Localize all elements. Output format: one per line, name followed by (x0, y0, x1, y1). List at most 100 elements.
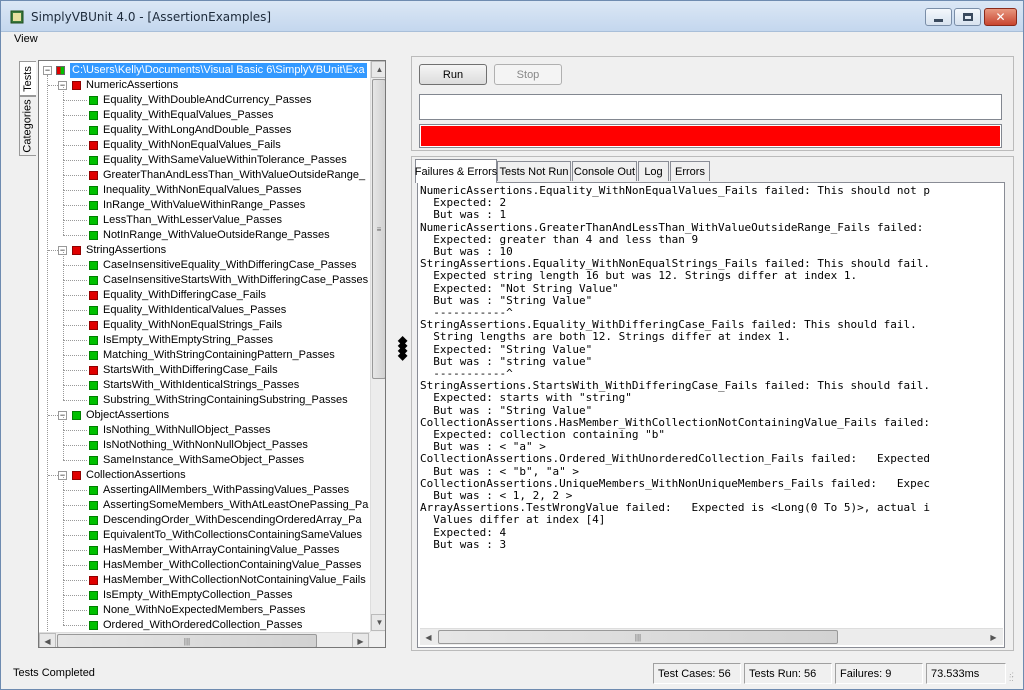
status-icon (89, 171, 98, 180)
tree-test-node[interactable]: Equality_WithDoubleAndCurrency_Passes (39, 85, 370, 108)
tree-test-node[interactable]: HasMember_WithCollectionNotContainingVal… (39, 565, 370, 588)
tree-test-node[interactable]: EquivalentTo_WithCollectionsContainingSa… (39, 520, 370, 543)
scroll-right-button[interactable]: ▶ (352, 633, 369, 647)
collapse-icon[interactable]: − (43, 66, 52, 75)
tree-vertical-scrollbar[interactable]: ▲ ≡ ▼ (370, 61, 385, 632)
tab-errors[interactable]: Errors (670, 161, 710, 181)
scroll-thumb-horizontal[interactable]: ||| (438, 630, 838, 644)
tree-test-node[interactable]: NotInRange_WithValueOutsideRange_Passes (39, 220, 370, 243)
tree-node-label: HasMember_WithCollectionNotContainingVal… (103, 574, 366, 586)
output-horizontal-scrollbar[interactable]: ◀ ||| ▶ (420, 628, 1003, 645)
failures-output[interactable]: NumericAssertions.Equality_WithNonEqualV… (420, 185, 1003, 627)
tree-node-label: DescendingOrder_WithDescendingOrderedArr… (103, 514, 362, 526)
tree-group-node[interactable]: − StringAssertions (39, 243, 370, 258)
tree-test-node[interactable]: CaseInsensitiveEquality_WithDifferingCas… (39, 250, 370, 273)
close-button[interactable]: ✕ (984, 8, 1017, 26)
status-icon (89, 591, 98, 600)
tab-console-out[interactable]: Console Out (572, 161, 637, 181)
tree-group-node[interactable]: − ObjectAssertions (39, 408, 370, 423)
tree-test-node[interactable]: Equality_WithDifferingCase_Fails (39, 280, 370, 303)
scroll-right-button[interactable]: ▶ (985, 629, 1002, 646)
tree-test-node[interactable]: Equality_WithNonEqualStrings_Fails (39, 310, 370, 333)
tree-connector (63, 370, 87, 371)
tab-failures-errors[interactable]: Failures & Errors (415, 159, 497, 183)
tree-horizontal-scrollbar[interactable]: ◀ ||| ▶ (39, 632, 370, 647)
scroll-up-button[interactable]: ▲ (371, 61, 385, 78)
tab-tests-not-run[interactable]: Tests Not Run (497, 161, 571, 181)
tree-test-node[interactable]: IsEmpty_WithEmptyString_Passes (39, 325, 370, 348)
scroll-thumb[interactable]: ≡ (372, 79, 385, 379)
tree-test-node[interactable]: Matching_WithStringContainingPattern_Pas… (39, 340, 370, 363)
stop-button[interactable]: Stop (494, 64, 562, 85)
minimize-button[interactable] (925, 8, 952, 26)
status-icon (89, 546, 98, 555)
tree-test-node[interactable]: IsEmpty_WithEmptyCollection_Passes (39, 580, 370, 603)
tree-test-node[interactable]: DescendingOrder_WithDescendingOrderedArr… (39, 505, 370, 528)
tree-node-label: None_WithNoExpectedMembers_Passes (103, 604, 306, 616)
test-tree[interactable]: − C:\Users\Kelly\Documents\Visual Basic 6… (38, 60, 386, 648)
scroll-left-button[interactable]: ◀ (420, 629, 437, 646)
side-tab-categories[interactable]: Categories (19, 96, 36, 156)
tab-log[interactable]: Log (638, 161, 669, 181)
tree-test-node[interactable]: CaseInsensitiveStartsWith_WithDifferingC… (39, 265, 370, 288)
tree-test-node[interactable]: Equality_WithNonEqualValues_Fails (39, 130, 370, 153)
resize-grip[interactable]: ·::: (1009, 671, 1021, 685)
main-window: SimplyVBUnit 4.0 - [AssertionExamples] ✕… (0, 0, 1024, 690)
tree-test-node[interactable]: Equality_WithSameValueWithinTolerance_Pa… (39, 145, 370, 168)
tree-test-node[interactable]: LessThan_WithLesserValue_Passes (39, 205, 370, 228)
tree-test-node[interactable]: StartsWith_WithIdenticalStrings_Passes (39, 370, 370, 393)
side-tab-tests[interactable]: Tests (19, 61, 36, 96)
tree-group-node[interactable]: − NumericAssertions (39, 78, 370, 93)
tree-connector (63, 415, 64, 430)
tree-test-node[interactable]: Ordered_WithOrderedCollection_Passes (39, 610, 370, 632)
scroll-thumb-horizontal[interactable]: ||| (57, 634, 317, 647)
tree-test-node[interactable]: HasMember_WithArrayContainingValue_Passe… (39, 535, 370, 558)
tree-test-node[interactable]: SameInstance_WithSameObject_Passes (39, 445, 370, 468)
tree-connector (63, 475, 64, 490)
menu-view[interactable]: View (14, 33, 38, 45)
tree-test-node[interactable]: AssertingAllMembers_WithPassingValues_Pa… (39, 475, 370, 498)
tree-test-node[interactable]: None_WithNoExpectedMembers_Passes (39, 595, 370, 618)
tree-node-label: IsEmpty_WithEmptyCollection_Passes (103, 589, 293, 601)
tree-test-node[interactable]: Equality_WithEqualValues_Passes (39, 100, 370, 123)
tree-connector (63, 265, 87, 266)
tree-node-label: IsNotNothing_WithNonNullObject_Passes (103, 439, 308, 451)
output-line: But was : 1 (420, 208, 507, 222)
tree-connector (63, 175, 64, 190)
tree-connector (63, 145, 87, 146)
tree-connector (63, 460, 87, 461)
tree-test-node[interactable]: Substring_WithStringContainingSubstring_… (39, 385, 370, 408)
tree-connector (63, 490, 87, 491)
tree-node-label: GreaterThanAndLessThan_WithValueOutsideR… (103, 169, 366, 181)
tree-test-node[interactable]: InRange_WithValueWithinRange_Passes (39, 190, 370, 213)
tree-group-node[interactable]: − CollectionAssertions (39, 468, 370, 483)
run-button[interactable]: Run (419, 64, 487, 85)
tree-test-node[interactable]: Equality_WithIdenticalValues_Passes (39, 295, 370, 318)
scroll-down-button[interactable]: ▼ (371, 614, 385, 631)
tree-connector (63, 280, 87, 281)
tree-test-node[interactable]: Inequality_WithNonEqualValues_Passes (39, 175, 370, 198)
tree-node-label: Ordered_WithOrderedCollection_Passes (103, 619, 303, 631)
title-bar[interactable]: SimplyVBUnit 4.0 - [AssertionExamples] ✕ (1, 1, 1023, 32)
tree-node-label: CaseInsensitiveStartsWith_WithDifferingC… (103, 274, 369, 286)
tree-connector (63, 445, 87, 446)
status-icon (89, 291, 98, 300)
tree-connector (63, 280, 64, 295)
tree-test-node[interactable]: StartsWith_WithDifferingCase_Fails (39, 355, 370, 378)
tree-connector (63, 370, 64, 385)
tree-test-node[interactable]: Equality_WithLongAndDouble_Passes (39, 115, 370, 138)
status-icon (72, 81, 81, 90)
tree-test-node[interactable]: AssertingSomeMembers_WithAtLeastOnePassi… (39, 490, 370, 513)
tree-test-node[interactable]: IsNotNothing_WithNonNullObject_Passes (39, 430, 370, 453)
splitter-grip[interactable]: ◆ ◆ ◆ ◆ (398, 334, 407, 361)
tree-test-node[interactable]: GreaterThanAndLessThan_WithValueOutsideR… (39, 160, 370, 183)
tree-node-label: IsEmpty_WithEmptyString_Passes (103, 334, 273, 346)
tree-connector (63, 445, 64, 460)
tree-root-node[interactable]: − C:\Users\Kelly\Documents\Visual Basic 6… (39, 63, 370, 78)
tree-node-label: Inequality_WithNonEqualValues_Passes (103, 184, 302, 196)
scroll-left-button[interactable]: ◀ (39, 633, 56, 647)
tree-node-label: NumericAssertions (86, 79, 179, 91)
maximize-button[interactable] (954, 8, 981, 26)
tree-test-node[interactable]: IsNothing_WithNullObject_Passes (39, 415, 370, 438)
tree-test-node[interactable]: HasMember_WithCollectionContainingValue_… (39, 550, 370, 573)
